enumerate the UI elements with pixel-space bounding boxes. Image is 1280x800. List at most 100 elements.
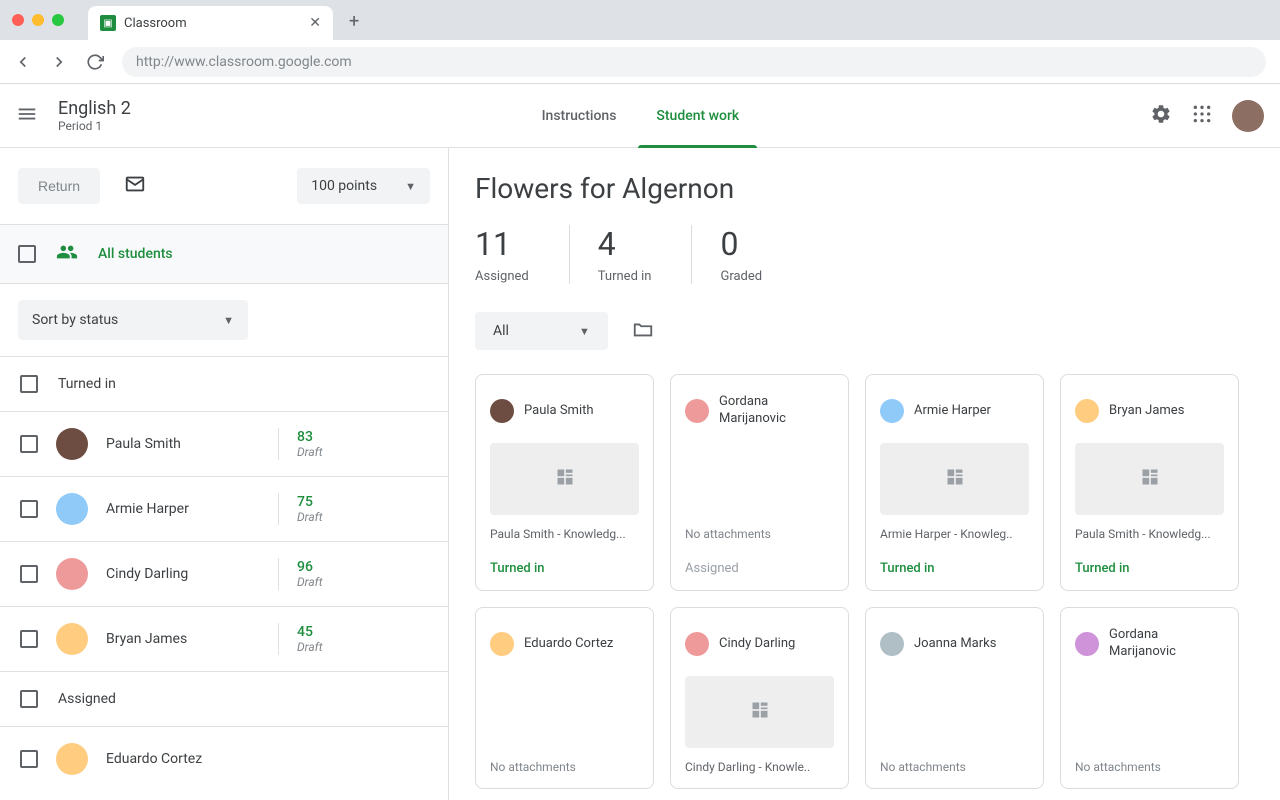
student-card[interactable]: Cindy Darling Cindy Darling - Knowle.. — [670, 607, 849, 789]
maximize-window[interactable] — [52, 14, 64, 26]
checkbox[interactable] — [20, 630, 38, 648]
card-student-name: Joanna Marks — [914, 636, 996, 653]
checkbox[interactable] — [20, 500, 38, 518]
checkbox[interactable] — [20, 435, 38, 453]
card-header: Cindy Darling — [685, 622, 834, 666]
card-header: Joanna Marks — [880, 622, 1029, 666]
tab-instructions[interactable]: Instructions — [542, 84, 617, 147]
student-card[interactable]: Paula Smith Paula Smith - Knowledg...Tur… — [475, 374, 654, 591]
card-header: Paula Smith — [490, 389, 639, 433]
tab-favicon: ▣ — [100, 15, 116, 31]
student-row[interactable]: Eduardo Cortez — [0, 726, 448, 791]
chevron-down-icon: ▼ — [579, 325, 590, 338]
checkbox[interactable] — [20, 565, 38, 583]
card-avatar — [1075, 399, 1099, 423]
student-row[interactable]: Paula Smith 83 Draft — [0, 411, 448, 476]
student-card[interactable]: Gordana Marijanovic No attachments — [1060, 607, 1239, 789]
minimize-window[interactable] — [32, 14, 44, 26]
class-info[interactable]: English 2 Period 1 — [58, 98, 131, 133]
card-header: Gordana Marijanovic — [685, 389, 834, 433]
student-card[interactable]: Eduardo Cortez No attachments — [475, 607, 654, 789]
forward-button[interactable] — [50, 53, 68, 71]
student-card[interactable]: Armie Harper Armie Harper - Knowleg..Tur… — [865, 374, 1044, 591]
filter-select[interactable]: All ▼ — [475, 312, 608, 350]
apps-icon[interactable] — [1192, 104, 1212, 128]
main-controls: All ▼ — [475, 312, 1254, 350]
settings-icon[interactable] — [1150, 103, 1172, 129]
attachment-label: No attachments — [880, 760, 1029, 774]
browser-tab[interactable]: ▣ Classroom ✕ — [88, 6, 333, 40]
student-avatar — [56, 558, 88, 590]
section-turned-in: Turned in — [0, 356, 448, 411]
email-icon[interactable] — [124, 173, 146, 199]
chevron-down-icon: ▼ — [405, 180, 416, 193]
student-avatar — [56, 623, 88, 655]
select-all-checkbox[interactable] — [18, 245, 36, 263]
chevron-down-icon: ▼ — [223, 314, 234, 327]
header-tabs: Instructions Student work — [131, 84, 1150, 147]
app-header: English 2 Period 1 Instructions Student … — [0, 84, 1280, 148]
student-row[interactable]: Cindy Darling 96 Draft — [0, 541, 448, 606]
all-students-row[interactable]: All students — [0, 224, 448, 284]
card-avatar — [880, 632, 904, 656]
student-row[interactable]: Bryan James 45 Draft — [0, 606, 448, 671]
score-column: 83 Draft — [278, 428, 428, 460]
student-avatar — [56, 743, 88, 775]
close-tab-icon[interactable]: ✕ — [309, 15, 321, 31]
checkbox[interactable] — [20, 375, 38, 393]
attachment-thumbnail — [1075, 676, 1224, 748]
return-button[interactable]: Return — [18, 168, 100, 204]
student-name: Paula Smith — [106, 436, 260, 452]
stat-number: 0 — [720, 225, 762, 263]
doc-icon — [945, 467, 965, 491]
student-cards: Paula Smith Paula Smith - Knowledg...Tur… — [475, 374, 1254, 789]
student-card[interactable]: Gordana Marijanovic No attachments Assign… — [670, 374, 849, 591]
new-tab-button[interactable]: + — [349, 11, 359, 32]
sort-label: Sort by status — [32, 312, 118, 328]
url-input[interactable]: http://www.classroom.google.com — [122, 47, 1266, 77]
student-row[interactable]: Armie Harper 75 Draft — [0, 476, 448, 541]
attachment-thumbnail — [880, 443, 1029, 515]
score-value: 83 — [297, 429, 428, 445]
score-value: 75 — [297, 494, 428, 510]
student-name: Bryan James — [106, 631, 260, 647]
card-avatar — [1075, 632, 1099, 656]
attachment-thumbnail — [685, 676, 834, 748]
stat[interactable]: 4 Turned in — [598, 225, 693, 284]
people-icon — [56, 241, 78, 267]
tab-student-work[interactable]: Student work — [656, 84, 739, 147]
checkbox[interactable] — [20, 690, 38, 708]
all-students-label: All students — [98, 246, 173, 262]
doc-icon — [555, 467, 575, 491]
account-avatar[interactable] — [1232, 100, 1264, 132]
attachment-thumbnail — [685, 443, 834, 515]
attachment-thumbnail — [880, 676, 1029, 748]
section-label: Turned in — [58, 376, 116, 392]
attachment-label: No attachments — [1075, 760, 1224, 774]
close-window[interactable] — [12, 14, 24, 26]
points-select[interactable]: 100 points ▼ — [297, 168, 430, 204]
card-status: Assigned — [685, 561, 834, 576]
points-label: 100 points — [311, 178, 377, 194]
draft-label: Draft — [297, 575, 428, 589]
card-student-name: Cindy Darling — [719, 636, 795, 653]
score-column: 75 Draft — [278, 493, 428, 525]
card-status: Turned in — [1075, 561, 1224, 576]
card-header: Armie Harper — [880, 389, 1029, 433]
stat[interactable]: 11 Assigned — [475, 225, 570, 284]
menu-icon[interactable] — [16, 103, 38, 129]
header-right — [1150, 100, 1264, 132]
back-button[interactable] — [14, 53, 32, 71]
assignment-title: Flowers for Algernon — [475, 172, 1254, 205]
window-controls — [12, 14, 64, 26]
student-card[interactable]: Joanna Marks No attachments — [865, 607, 1044, 789]
checkbox[interactable] — [20, 750, 38, 768]
sort-select[interactable]: Sort by status ▼ — [18, 300, 248, 340]
stat[interactable]: 0 Graded — [720, 225, 802, 284]
reload-button[interactable] — [86, 53, 104, 71]
student-name: Cindy Darling — [106, 566, 260, 582]
stat-label: Turned in — [598, 269, 652, 284]
folder-icon[interactable] — [632, 318, 654, 344]
attachment-label: No attachments — [685, 527, 834, 541]
student-card[interactable]: Bryan James Paula Smith - Knowledg...Tur… — [1060, 374, 1239, 591]
